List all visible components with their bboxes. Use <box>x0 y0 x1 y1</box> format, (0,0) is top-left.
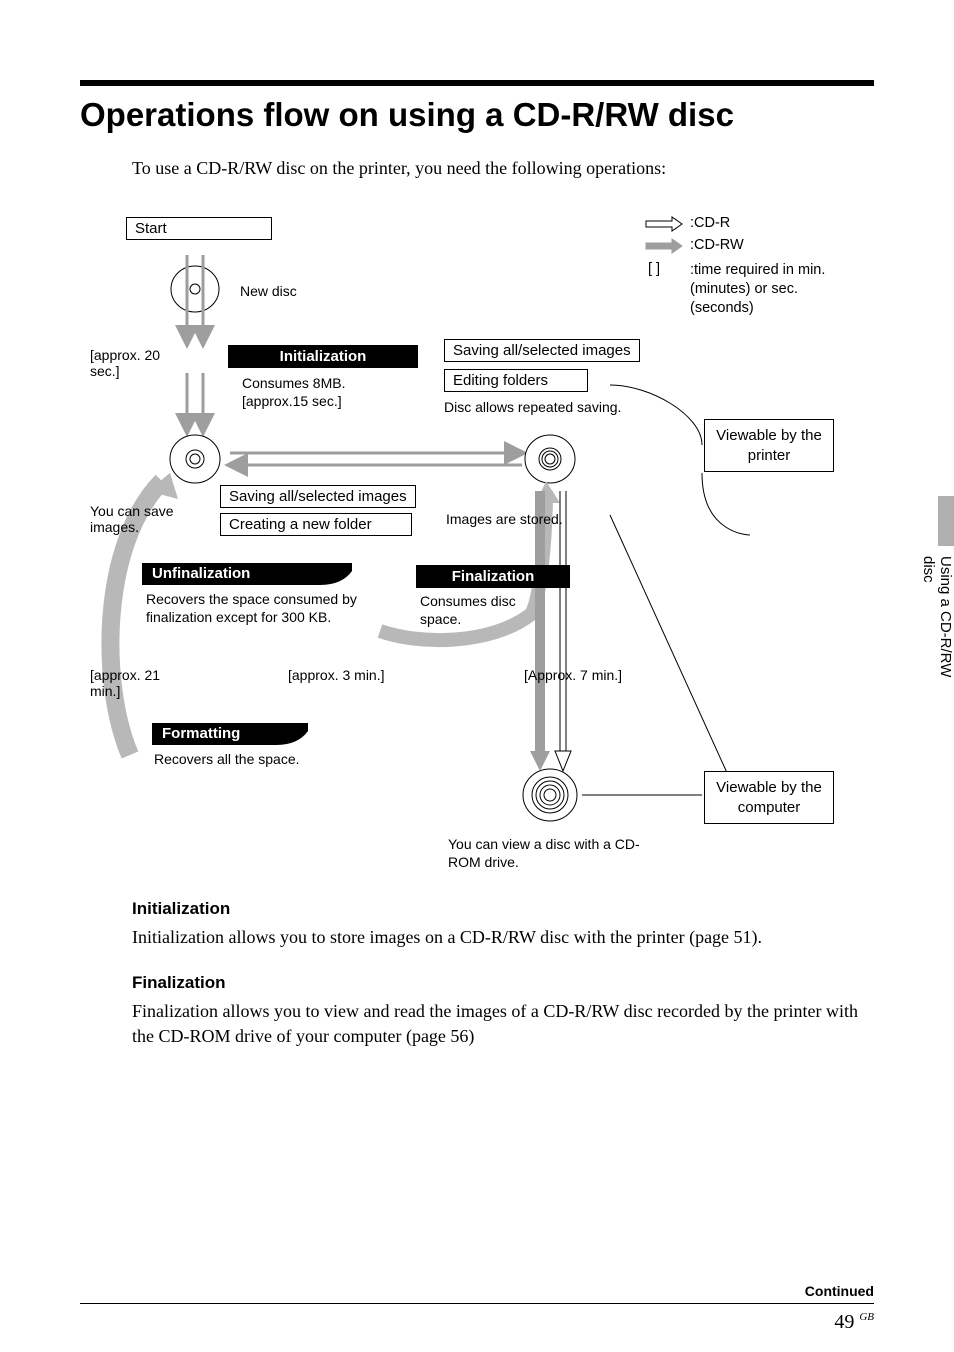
legend-cdrw: :CD-RW <box>690 237 744 253</box>
time-approx-3m: [approx. 3 min.] <box>288 667 385 683</box>
legend-time: :time required in min. (minutes) or sec.… <box>690 261 846 318</box>
note-cdrom-drive: You can view a disc with a CD-ROM drive. <box>448 835 658 871</box>
init-note-consumes: Consumes 8MB. <box>242 375 345 391</box>
unfinal-note: Recovers the space consumed by finalizat… <box>146 591 380 626</box>
box-viewable-by-computer: Viewable by the computer <box>704 771 834 824</box>
page-number-suffix: GB <box>859 1311 874 1323</box>
time-approx-15s: [approx.15 sec.] <box>242 393 342 409</box>
start-box: Start <box>126 217 272 240</box>
note-you-can-save: You can save images. <box>90 503 210 535</box>
step-finalization: Finalization <box>416 565 570 588</box>
box-saving-all-2: Saving all/selected images <box>220 485 416 508</box>
side-tab-marker <box>938 496 954 546</box>
legend-cdr: :CD-R <box>690 215 730 231</box>
step-initialization: Initialization <box>228 345 418 368</box>
time-approx-21m: [approx. 21 min.] <box>90 667 186 699</box>
step-formatting: Formatting <box>162 725 240 742</box>
final-note: Consumes disc space. <box>420 593 530 628</box>
page-top-rule <box>80 80 874 86</box>
label-new-disc: New disc <box>240 283 297 299</box>
continued-label: Continued <box>80 1283 874 1303</box>
note-images-stored: Images are stored. <box>446 511 563 527</box>
paragraph-initialization: Initialization allows you to store image… <box>132 925 874 949</box>
time-approx-7m: [Approx. 7 min.] <box>524 667 622 683</box>
flow-diagram: Start New disc [approx. 20 sec.] Initial… <box>90 215 850 875</box>
box-saving-all: Saving all/selected images <box>444 339 640 362</box>
page-title: Operations flow on using a CD-R/RW disc <box>80 96 874 134</box>
legend-time-bracket: [ ] <box>648 261 660 277</box>
box-editing-folders: Editing folders <box>444 369 588 392</box>
page-number: 49 GB <box>834 1311 874 1334</box>
step-unfinalization: Unfinalization <box>152 565 250 582</box>
heading-finalization: Finalization <box>132 973 874 993</box>
side-tab: Using a CD-R/RW disc <box>932 496 954 706</box>
note-disc-repeated-saving: Disc allows repeated saving. <box>444 399 621 415</box>
format-note: Recovers all the space. <box>154 751 300 767</box>
page-number-value: 49 <box>834 1311 854 1333</box>
footer-rule <box>80 1303 874 1305</box>
intro-paragraph: To use a CD-R/RW disc on the printer, yo… <box>132 158 874 179</box>
heading-initialization: Initialization <box>132 899 874 919</box>
side-tab-label: Using a CD-R/RW disc <box>920 556 954 706</box>
box-viewable-by-printer: Viewable by the printer <box>704 419 834 472</box>
paragraph-finalization: Finalization allows you to view and read… <box>132 999 874 1048</box>
time-approx-20s: [approx. 20 sec.] <box>90 347 168 379</box>
box-creating-new-folder: Creating a new folder <box>220 513 412 536</box>
